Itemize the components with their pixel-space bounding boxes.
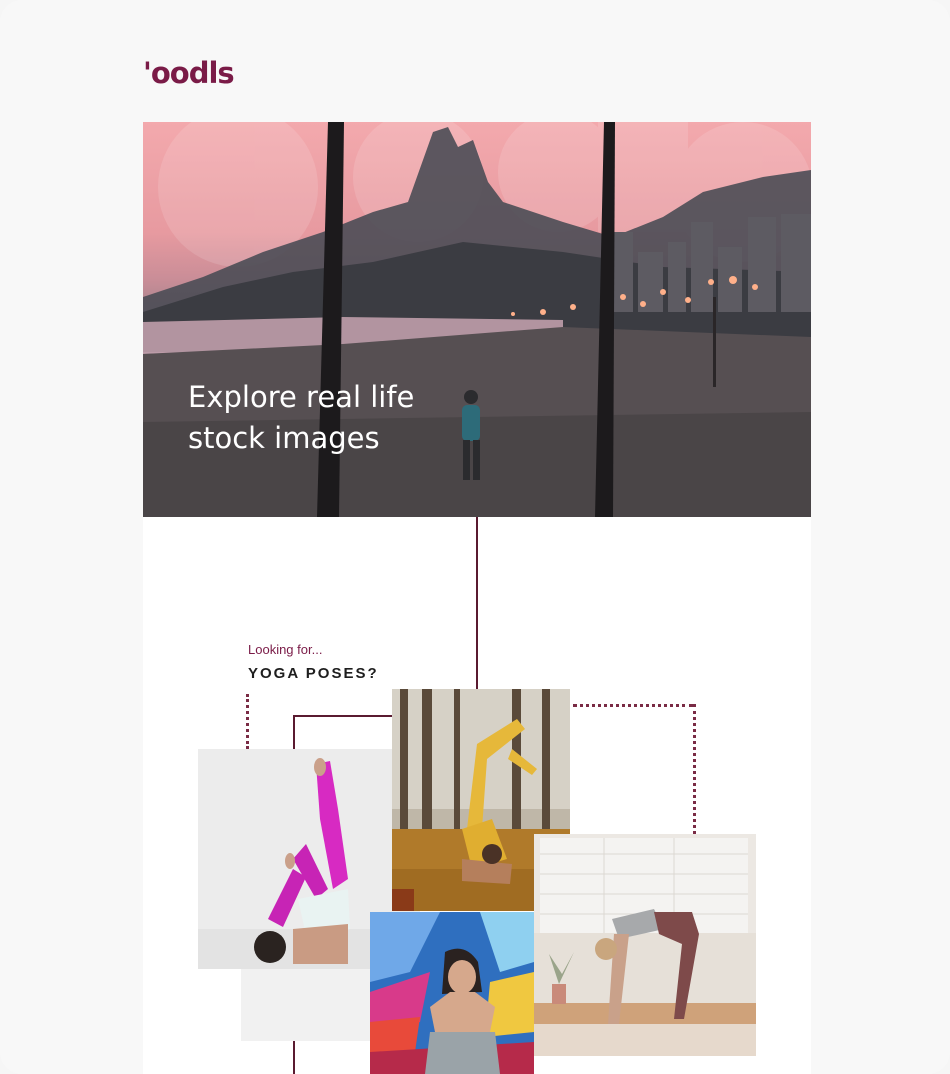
oodls-logo[interactable]: ꞌoodls bbox=[143, 56, 235, 90]
main-content: Explore real life stock images Looking f… bbox=[143, 122, 811, 1074]
connector-line bbox=[476, 517, 478, 690]
dotted-connector bbox=[246, 694, 249, 749]
section-heading: YOGA POSES? bbox=[248, 665, 379, 682]
connector-line bbox=[293, 715, 393, 717]
yoga-photo-graffiti-wall[interactable] bbox=[370, 912, 534, 1074]
dotted-connector bbox=[573, 704, 693, 707]
dotted-connector bbox=[693, 704, 696, 834]
page-frame: ꞌoodls Explore real life stock images Lo… bbox=[0, 0, 950, 1074]
section-eyebrow: Looking for... bbox=[248, 642, 323, 657]
yoga-photo-window-stretch-image bbox=[534, 834, 756, 1056]
hero-title-line1: Explore real life bbox=[188, 380, 415, 414]
hero-title: Explore real life stock images bbox=[188, 377, 414, 459]
placeholder-tile bbox=[241, 966, 371, 1041]
hero-banner: Explore real life stock images bbox=[143, 122, 811, 517]
yoga-photo-graffiti-wall-image bbox=[370, 912, 534, 1074]
yoga-photo-window-stretch[interactable] bbox=[534, 834, 756, 1056]
hero-title-line2: stock images bbox=[188, 421, 380, 455]
